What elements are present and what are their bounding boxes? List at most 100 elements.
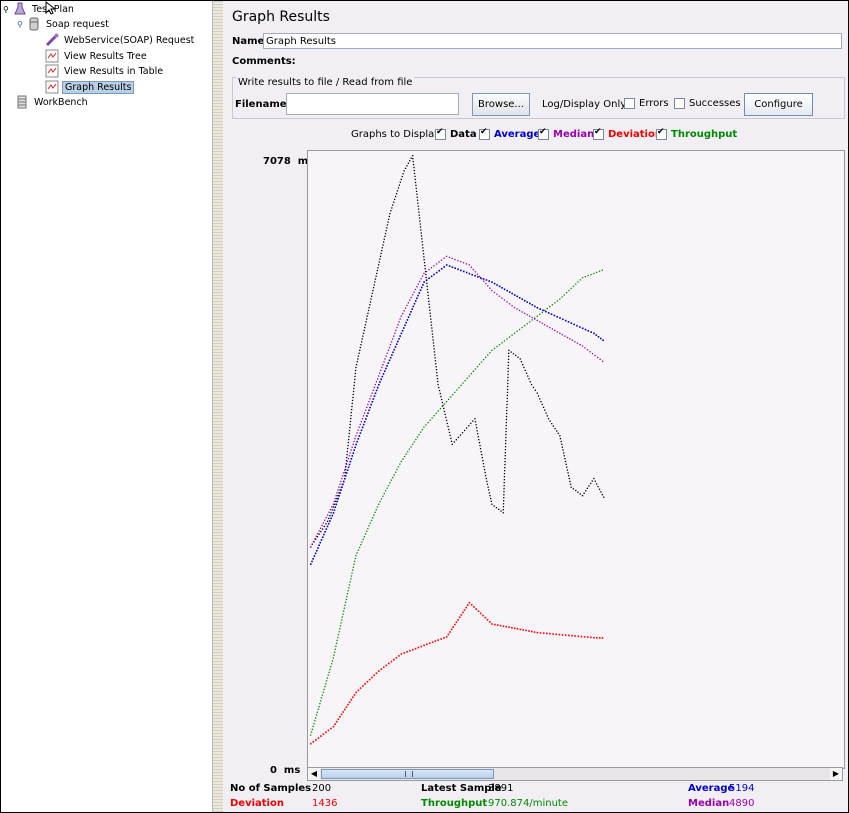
toggle-throughput[interactable]: Throughput bbox=[656, 127, 737, 140]
graph-point-data bbox=[410, 157, 412, 159]
tree-item-webservice-soap-request[interactable]: WebService(SOAP) Request bbox=[45, 32, 196, 48]
toggle-data[interactable]: Data bbox=[435, 127, 477, 140]
graph-point-throughput bbox=[531, 319, 533, 321]
graph-point-data bbox=[375, 275, 377, 277]
graph-point-data bbox=[503, 491, 505, 493]
expand-toggle-icon[interactable]: ⚲ bbox=[3, 5, 13, 14]
tree-item-graph-results[interactable]: Graph Results bbox=[45, 79, 135, 95]
errors-check-box[interactable] bbox=[624, 98, 635, 109]
tree-item-workbench[interactable]: WorkBench bbox=[15, 94, 90, 110]
graph-point-throughput bbox=[328, 671, 330, 673]
listener-icon bbox=[45, 64, 59, 78]
graph-point-data bbox=[382, 244, 384, 246]
graph-point-data bbox=[422, 247, 424, 249]
graph-point-data bbox=[429, 315, 432, 317]
graph-point-median bbox=[393, 335, 395, 337]
name-field[interactable]: Graph Results bbox=[263, 33, 842, 49]
tree-item-label: View Results Tree bbox=[64, 50, 147, 62]
graph-point-deviation bbox=[502, 625, 505, 627]
graph-point-average bbox=[460, 269, 462, 272]
graph-point-data bbox=[366, 315, 368, 317]
successes-label: Successes bbox=[689, 98, 741, 109]
graph-point-data bbox=[428, 303, 430, 305]
graph-point-throughput bbox=[454, 391, 456, 393]
graph-point-data bbox=[525, 372, 528, 374]
graph-point-median bbox=[345, 463, 348, 465]
graph-point-median bbox=[576, 342, 579, 344]
browse-button[interactable]: Browse... bbox=[472, 93, 530, 116]
graph-horizontal-scrollbar[interactable]: ◀ ▶ bbox=[307, 767, 843, 781]
configure-button[interactable]: Configure bbox=[744, 93, 813, 116]
graph-point-data bbox=[417, 208, 420, 210]
graph-point-data bbox=[366, 318, 368, 320]
graph-point-data bbox=[505, 436, 507, 439]
graph-point-data bbox=[547, 418, 550, 420]
graph-point-deviation bbox=[423, 644, 425, 647]
graph-point-average bbox=[323, 533, 325, 536]
graph-point-deviation bbox=[359, 687, 362, 689]
data-check-box[interactable] bbox=[435, 127, 446, 140]
scroll-left-icon[interactable]: ◀ bbox=[308, 768, 320, 780]
tree-item-soap-request[interactable]: ⚲ Soap request bbox=[17, 16, 111, 32]
toggle-deviation[interactable]: Deviation bbox=[593, 127, 662, 140]
stat-label: Median bbox=[688, 798, 730, 809]
graph-point-data bbox=[422, 250, 424, 252]
graph-point-median bbox=[348, 455, 350, 457]
throughput-check-box[interactable] bbox=[656, 127, 667, 140]
tree-item-test-plan[interactable]: ⚲ Test Plan bbox=[3, 1, 76, 17]
graph-point-throughput bbox=[568, 289, 570, 292]
graph-point-data bbox=[362, 335, 364, 337]
graph-point-average bbox=[511, 292, 513, 295]
filename-field[interactable] bbox=[286, 93, 459, 115]
graph-point-median bbox=[586, 349, 589, 351]
graph-point-deviation bbox=[348, 701, 351, 703]
graph-point-throughput bbox=[317, 708, 319, 710]
graph-point-data bbox=[478, 439, 480, 441]
graph-point-data bbox=[381, 250, 383, 252]
tree-item-view-results-tree[interactable]: View Results Tree bbox=[45, 48, 149, 64]
graph-point-average bbox=[587, 330, 590, 332]
graph-point-deviation bbox=[519, 628, 522, 631]
graph-point-throughput bbox=[544, 309, 546, 312]
toggle-median[interactable]: Median bbox=[538, 127, 594, 140]
graph-point-deviation bbox=[455, 621, 458, 623]
graph-point-average bbox=[383, 370, 386, 372]
graph-point-median bbox=[371, 392, 373, 394]
graph-point-average bbox=[468, 272, 471, 275]
deviation-check-box[interactable] bbox=[593, 127, 604, 140]
graph-point-average bbox=[529, 302, 531, 305]
graph-point-throughput bbox=[577, 281, 579, 283]
graph-point-data bbox=[565, 463, 567, 465]
toggle-average[interactable]: Average bbox=[479, 127, 540, 140]
graph-point-throughput bbox=[344, 604, 346, 606]
graph-point-average bbox=[357, 438, 360, 440]
average-check-box[interactable] bbox=[479, 127, 490, 140]
graph-point-data bbox=[564, 458, 566, 460]
successes-checkbox[interactable]: Successes bbox=[674, 98, 741, 109]
errors-checkbox[interactable]: Errors bbox=[624, 98, 669, 109]
graph-point-average bbox=[518, 297, 521, 299]
graph-point-average bbox=[562, 318, 564, 321]
graph-point-data bbox=[428, 306, 431, 308]
comments-field[interactable] bbox=[293, 53, 842, 69]
successes-check-box[interactable] bbox=[674, 98, 685, 109]
graph-point-data bbox=[435, 363, 437, 365]
graph-point-throughput bbox=[445, 401, 448, 403]
graph-point-average bbox=[366, 415, 368, 417]
graph-point-throughput bbox=[362, 538, 364, 540]
median-check-box[interactable] bbox=[538, 127, 549, 140]
graph-point-data bbox=[572, 488, 575, 490]
graph-point-average bbox=[356, 440, 358, 443]
graph-point-median bbox=[385, 355, 387, 357]
graph-point-median bbox=[559, 332, 561, 334]
graph-point-median bbox=[584, 347, 586, 349]
graph-point-throughput bbox=[570, 287, 572, 289]
graph-point-median bbox=[404, 307, 407, 309]
tree-item-view-results-in-table[interactable]: View Results in Table bbox=[45, 63, 165, 79]
scroll-thumb[interactable] bbox=[321, 769, 494, 779]
graph-point-median bbox=[327, 514, 329, 516]
graph-point-data bbox=[321, 528, 324, 530]
expand-toggle-icon[interactable]: ⚲ bbox=[17, 20, 27, 29]
scroll-right-icon[interactable]: ▶ bbox=[830, 768, 842, 780]
graph-point-data bbox=[436, 378, 439, 380]
